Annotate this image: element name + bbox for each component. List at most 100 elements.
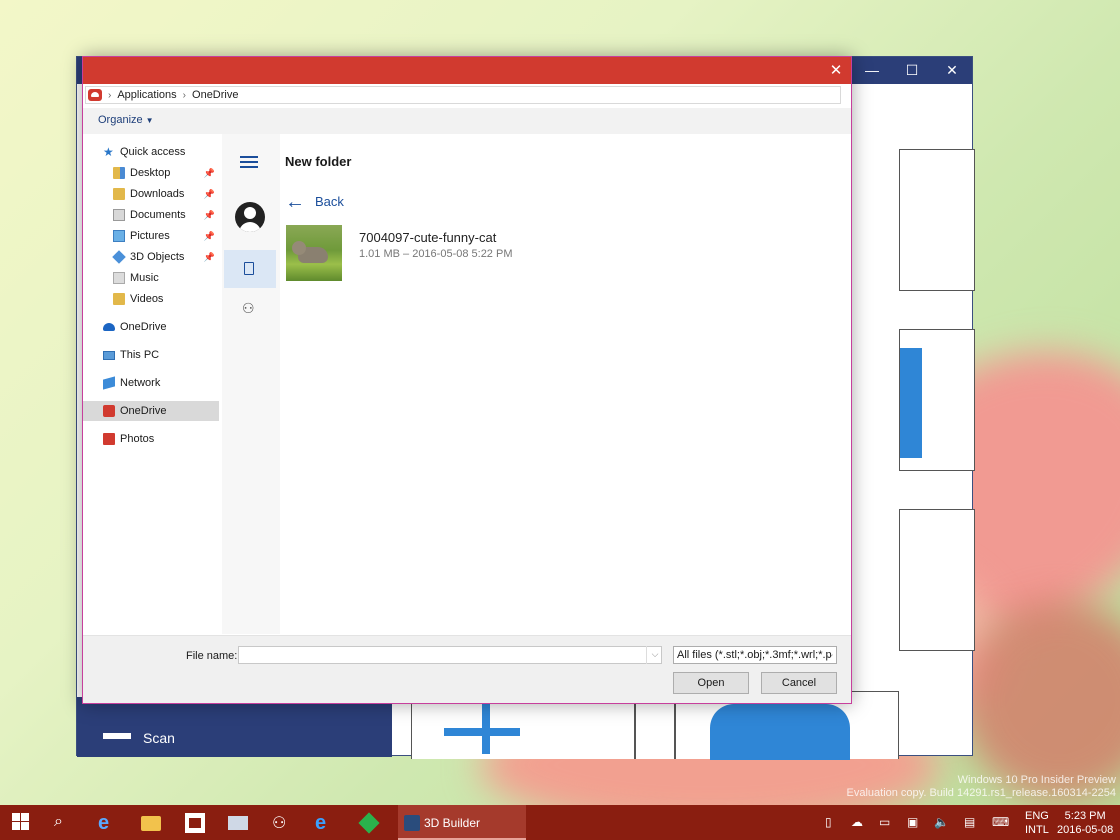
- lang-line-1: ENG: [1025, 810, 1049, 822]
- model-tile[interactable]: [899, 509, 975, 651]
- back-label: Back: [315, 194, 344, 209]
- scan-menu-item[interactable]: Scan: [143, 730, 175, 746]
- clock[interactable]: 5:23 PM 2016-05-08: [1057, 809, 1113, 837]
- chevron-down-icon: ⌵: [826, 650, 833, 660]
- hamburger-menu-icon[interactable]: [240, 156, 258, 168]
- nav-item-music[interactable]: Music: [113, 268, 219, 288]
- nav-item-videos[interactable]: Videos: [113, 289, 219, 309]
- close-icon[interactable]: ✕: [821, 57, 851, 84]
- 3d-builder-icon: [404, 815, 420, 831]
- pin-icon[interactable]: 📌: [204, 189, 215, 200]
- nav-label: Videos: [130, 293, 164, 305]
- pin-icon[interactable]: 📌: [204, 231, 215, 242]
- people-app-icon[interactable]: ⚇: [272, 813, 292, 833]
- photos-icon: [103, 433, 115, 445]
- nav-item-documents[interactable]: Documents 📌: [113, 205, 219, 225]
- nav-quick-access[interactable]: ★ Quick access: [103, 142, 239, 162]
- file-name-input[interactable]: [238, 646, 662, 664]
- store-icon[interactable]: [185, 813, 205, 833]
- page-title: New folder: [285, 154, 352, 169]
- windows-start-icon[interactable]: [12, 813, 32, 833]
- nav-label: OneDrive: [120, 321, 167, 333]
- file-explorer-icon[interactable]: [141, 816, 161, 831]
- content-pane: ⚇ New folder ← Back 7004097-cute-funny-c…: [222, 134, 851, 634]
- nav-item-onedrive-app[interactable]: OneDrive: [83, 401, 219, 421]
- model-tile[interactable]: [899, 149, 975, 291]
- taskbar-app-3d-builder[interactable]: 3D Builder: [398, 805, 526, 840]
- close-button[interactable]: ✕: [932, 57, 972, 84]
- people-icon[interactable]: ⚇: [242, 300, 255, 317]
- display-icon[interactable]: ▭: [879, 815, 890, 829]
- back-button[interactable]: ← Back: [285, 192, 344, 212]
- green-app-icon[interactable]: [358, 812, 380, 834]
- taskbar: ⌕ e ⚇ e 3D Builder ▯ ☁ ▭ ▣ 🔈 ▤ ⌨ ENG INT…: [0, 805, 1120, 840]
- caret-down-icon: ▼: [145, 116, 154, 125]
- internet-explorer-icon[interactable]: e: [315, 813, 335, 833]
- clock-date: 2016-05-08: [1057, 824, 1114, 836]
- edge-browser-icon[interactable]: e: [98, 813, 118, 833]
- language-indicator[interactable]: ENG INTL: [1025, 809, 1049, 837]
- nav-item-photos[interactable]: Photos: [103, 429, 219, 449]
- nav-item-this-pc[interactable]: This PC: [103, 345, 219, 365]
- file-thumbnail: [286, 225, 342, 281]
- network-icon: [103, 376, 115, 390]
- videos-icon: [113, 293, 125, 305]
- avatar[interactable]: [235, 202, 265, 232]
- keyboard-icon[interactable]: ⌨: [992, 815, 1009, 829]
- star-icon: ★: [103, 145, 114, 159]
- address-bar[interactable]: › Applications › OneDrive: [85, 86, 841, 104]
- file-type-select[interactable]: All files (*.stl;*.obj;*.3mf;*.wrl;*.p ⌵: [673, 646, 837, 664]
- taskbar-app-label: 3D Builder: [424, 816, 481, 830]
- volume-icon[interactable]: 🔈: [934, 815, 949, 829]
- open-file-dialog: ✕ › Applications › OneDrive Organize ▼ ★ …: [82, 56, 852, 704]
- app-rail: ⚇: [222, 134, 280, 634]
- maximize-button[interactable]: ☐: [892, 57, 932, 84]
- watermark-line-2: Evaluation copy. Build 14291.rs1_release…: [846, 787, 1117, 799]
- model-tile[interactable]: [899, 329, 975, 471]
- breadcrumb-applications[interactable]: Applications: [117, 89, 176, 101]
- nav-item-pictures[interactable]: Pictures 📌: [113, 226, 219, 246]
- file-name: 7004097-cute-funny-cat: [359, 230, 497, 245]
- lang-line-2: INTL: [1025, 824, 1049, 836]
- minimize-button[interactable]: —: [852, 57, 892, 84]
- file-name-label: File name:: [186, 650, 238, 662]
- files-rail-button[interactable]: [224, 250, 276, 288]
- organize-label: Organize: [98, 114, 143, 126]
- cat-image: [292, 241, 306, 255]
- nav-item-onedrive[interactable]: OneDrive: [103, 317, 219, 337]
- pin-icon[interactable]: 📌: [204, 210, 215, 221]
- tablet-icon[interactable]: ▯: [825, 815, 832, 829]
- search-icon[interactable]: ⌕: [54, 813, 74, 833]
- network-tray-icon[interactable]: ▣: [907, 815, 918, 829]
- nav-item-network[interactable]: Network: [103, 373, 219, 393]
- download-folder-icon: [113, 188, 125, 200]
- action-center-icon[interactable]: ▤: [964, 815, 975, 829]
- dialog-footer: File name: ⌵ All files (*.stl;*.obj;*.3m…: [83, 635, 851, 703]
- pin-icon[interactable]: 📌: [204, 252, 215, 263]
- folder-icon: [113, 167, 125, 179]
- pin-icon[interactable]: 📌: [204, 168, 215, 179]
- chevron-right-icon: ›: [182, 89, 187, 101]
- chevron-down-icon[interactable]: ⌵: [646, 646, 663, 664]
- background-app-sidebar: Scan: [77, 697, 392, 757]
- file-meta: 1.01 MB – 2016-05-08 5:22 PM: [359, 248, 513, 260]
- onedrive-tray-icon[interactable]: ☁: [851, 815, 863, 829]
- mail-icon[interactable]: [228, 816, 248, 830]
- nav-label: Network: [120, 377, 161, 389]
- music-icon: [113, 272, 125, 284]
- nav-label: Documents: [130, 209, 186, 221]
- model-preview: [710, 704, 850, 760]
- list-item[interactable]: 7004097-cute-funny-cat 1.01 MB – 2016-05…: [286, 225, 586, 283]
- open-button[interactable]: Open: [673, 672, 749, 694]
- breadcrumb-onedrive[interactable]: OneDrive: [192, 89, 238, 101]
- organize-menu-button[interactable]: Organize ▼: [98, 114, 154, 126]
- nav-label: Desktop: [130, 167, 171, 179]
- cancel-button[interactable]: Cancel: [761, 672, 837, 694]
- nav-item-desktop[interactable]: Desktop 📌: [113, 163, 219, 183]
- dialog-titlebar: ✕: [83, 57, 851, 84]
- nav-item-3d-objects[interactable]: 3D Objects 📌: [112, 247, 219, 267]
- nav-item-downloads[interactable]: Downloads 📌: [113, 184, 219, 204]
- chevron-right-icon: ›: [108, 89, 112, 101]
- dialog-toolbar: Organize ▼: [83, 108, 851, 134]
- nav-label: OneDrive: [120, 405, 167, 417]
